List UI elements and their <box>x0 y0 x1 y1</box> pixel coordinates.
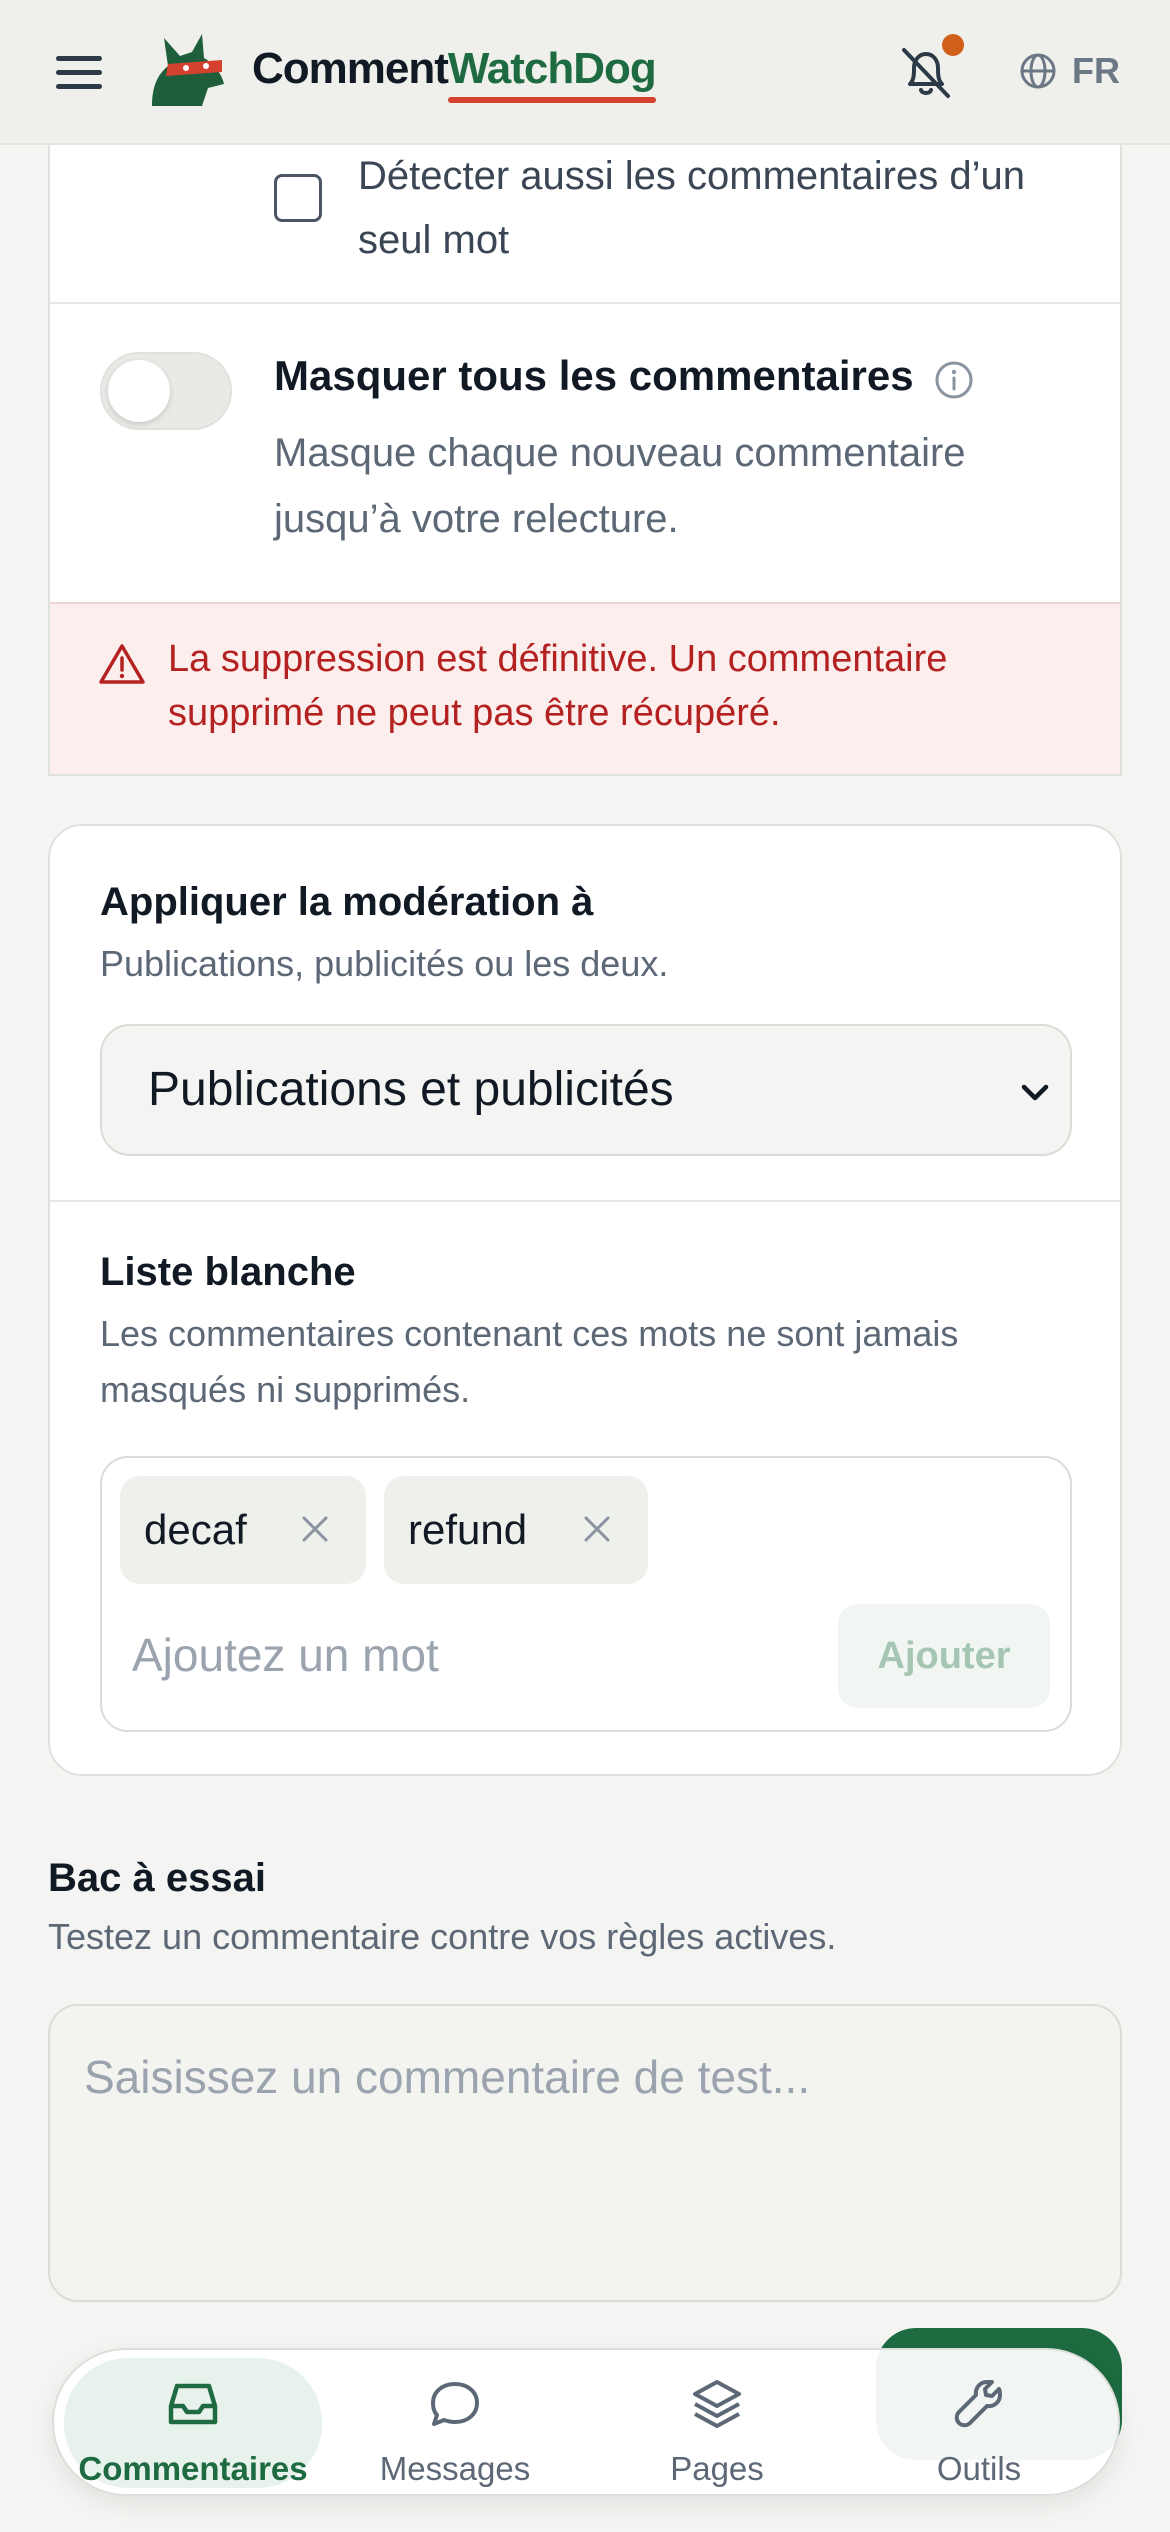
hide-all-description: Masque chaque nouveau commentaire jusqu’… <box>274 431 966 541</box>
warning-text: La suppression est définitive. Un commen… <box>168 638 948 734</box>
sandbox-textarea-box[interactable] <box>48 2004 1122 2302</box>
apply-moderation-description: Publications, publicités ou les deux. <box>100 943 669 984</box>
remove-tag-icon[interactable] <box>580 1512 614 1546</box>
brand-part-1: Comment <box>252 44 449 93</box>
nav-item-messages[interactable]: Messages <box>326 2358 584 2488</box>
bottom-navigation: Commentaires Messages Pages Outils <box>52 2348 1120 2496</box>
language-code: FR <box>1072 50 1120 91</box>
whitelist-tags-box: decaf refund Ajouter <box>100 1456 1072 1732</box>
remove-tag-icon[interactable] <box>298 1512 332 1546</box>
select-value: Publications et publicités <box>148 1063 674 1116</box>
divider <box>50 1200 1120 1202</box>
dog-logo-icon <box>152 34 224 106</box>
apply-moderation-title: Appliquer la modération à <box>100 880 594 924</box>
tag-label: refund <box>408 1506 528 1553</box>
rules-card: Détecter aussi les commentaires d’un seu… <box>48 100 1122 776</box>
warning-triangle-icon <box>99 644 145 684</box>
globe-icon <box>1020 53 1056 89</box>
brand-part-2: WatchDog <box>447 44 657 93</box>
apply-moderation-select[interactable]: Publications et publicités <box>100 1024 1072 1156</box>
inbox-icon <box>168 2383 218 2425</box>
nav-label: Commentaires <box>78 2450 308 2487</box>
nav-item-pages[interactable]: Pages <box>588 2358 846 2488</box>
brand-name: CommentWatchDog <box>252 44 657 94</box>
info-icon[interactable] <box>934 360 974 400</box>
nav-item-outils[interactable]: Outils <box>850 2358 1108 2488</box>
nav-label: Pages <box>670 2450 764 2487</box>
whitelist-title: Liste blanche <box>100 1250 356 1294</box>
deletion-warning: La suppression est définitive. Un commen… <box>50 602 1120 774</box>
whitelist-tag: refund <box>384 1476 648 1584</box>
wrench-icon <box>954 2380 1002 2428</box>
divider <box>50 302 1120 304</box>
whitelist-tag: decaf <box>120 1476 366 1584</box>
nav-item-commentaires[interactable]: Commentaires <box>64 2358 322 2488</box>
chevron-down-icon <box>1021 1084 1049 1101</box>
moderation-card: Appliquer la modération à Publications, … <box>48 824 1122 1776</box>
hide-all-title: Masquer tous les commentaires <box>274 352 914 399</box>
sandbox-title: Bac à essai <box>48 1856 266 1900</box>
tag-label: decaf <box>144 1506 247 1553</box>
chat-bubble-icon <box>431 2382 479 2426</box>
page: Détecter aussi les commentaires d’un seu… <box>0 0 1170 2532</box>
toggle-knob <box>108 360 170 422</box>
add-word-input[interactable] <box>132 1628 782 1682</box>
nav-label: Outils <box>936 2450 1022 2487</box>
layers-icon <box>693 2380 741 2428</box>
menu-icon[interactable] <box>56 56 102 90</box>
language-switcher[interactable]: FR <box>1018 50 1120 92</box>
add-word-button[interactable]: Ajouter <box>838 1604 1050 1708</box>
app-header: CommentWatchDog FR <box>0 0 1170 145</box>
single-word-checkbox[interactable] <box>274 174 322 222</box>
sandbox-description: Testez un commentaire contre vos règles … <box>48 1916 837 1957</box>
hide-all-toggle[interactable] <box>100 352 232 430</box>
whitelist-description: Les commentaires contenant ces mots ne s… <box>100 1313 959 1410</box>
single-word-checkbox-label: Détecter aussi les commentaires d’un seu… <box>358 154 1025 262</box>
nav-label: Messages <box>379 2450 531 2487</box>
sandbox-comment-input[interactable] <box>84 2050 1084 2104</box>
notification-dot <box>942 34 964 56</box>
